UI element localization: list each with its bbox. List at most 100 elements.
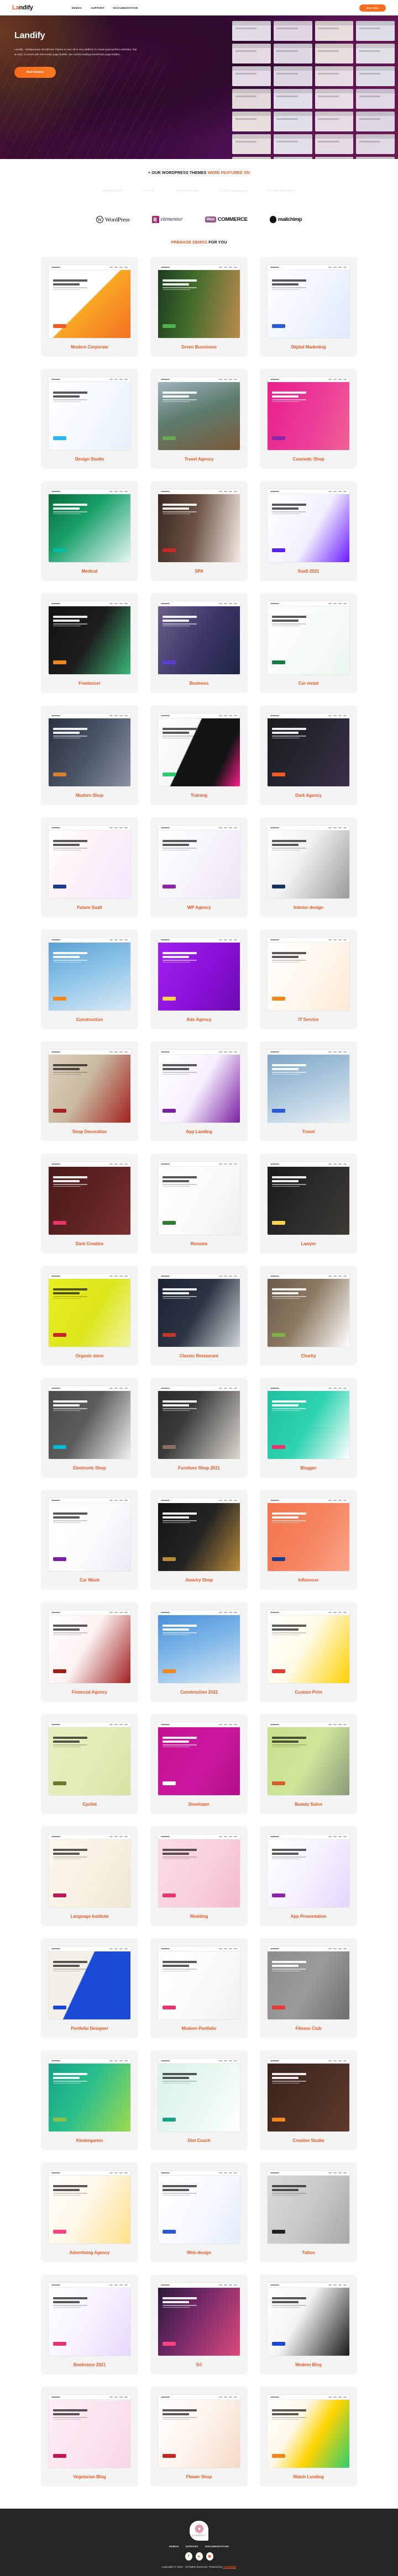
demo-thumbnail[interactable] <box>158 1946 240 2019</box>
demo-card[interactable]: Organic store <box>41 1266 138 1366</box>
demo-thumbnail[interactable] <box>268 265 349 338</box>
demo-card[interactable]: Ads Agency <box>150 929 248 1029</box>
demo-card[interactable]: Beauty Salon <box>260 1714 357 1814</box>
demo-thumbnail[interactable] <box>49 1722 130 1795</box>
demo-card[interactable]: Resume <box>150 1154 248 1253</box>
demo-card[interactable]: Modern Portfolio <box>150 1938 248 2038</box>
footer-nav-demos[interactable]: DEMOS <box>169 2545 179 2548</box>
demo-card[interactable]: Watch Landing <box>260 2387 357 2487</box>
demo-thumbnail[interactable] <box>49 1274 130 1347</box>
footer-nav-support[interactable]: SUPPORT <box>186 2545 199 2548</box>
demo-card[interactable]: Classic Restaurant <box>150 1266 248 1366</box>
nav-demos[interactable]: DEMOS <box>72 7 82 9</box>
demo-card[interactable]: Influencer <box>260 1490 357 1590</box>
demo-thumbnail[interactable] <box>49 601 130 674</box>
demo-card[interactable]: Design Studio <box>41 369 138 469</box>
demo-card[interactable]: Dark Agency <box>260 705 357 805</box>
demo-card[interactable]: Modern Corporate <box>41 257 138 357</box>
demo-thumbnail[interactable] <box>268 2171 349 2244</box>
demo-card[interactable]: Future SaaS <box>41 817 138 917</box>
demo-thumbnail[interactable] <box>268 1386 349 1459</box>
demo-card[interactable]: Medical <box>41 481 138 581</box>
demo-card[interactable]: App Landing <box>150 1041 248 1141</box>
demo-thumbnail[interactable] <box>268 2283 349 2356</box>
demo-card[interactable]: Electronic Shop <box>41 1378 138 1478</box>
demo-card[interactable]: App Presentation <box>260 1826 357 1926</box>
demo-thumbnail[interactable] <box>268 1610 349 1683</box>
demo-thumbnail[interactable] <box>158 1050 240 1123</box>
demo-card[interactable]: Wedding <box>150 1826 248 1926</box>
demo-thumbnail[interactable] <box>158 2059 240 2131</box>
demo-thumbnail[interactable] <box>158 601 240 674</box>
demo-card[interactable]: Green Bussiness <box>150 257 248 357</box>
demo-card[interactable]: Shop Decoration <box>41 1041 138 1141</box>
demo-card[interactable]: Car rental <box>260 593 357 693</box>
demo-thumbnail[interactable] <box>158 1722 240 1795</box>
demo-card[interactable]: Diet Coach <box>150 2050 248 2150</box>
demo-card[interactable]: Financial Agency <box>41 1602 138 1702</box>
demo-card[interactable]: Advertising Agency <box>41 2162 138 2262</box>
demo-thumbnail[interactable] <box>268 601 349 674</box>
demo-card[interactable]: DJ <box>150 2275 248 2374</box>
demo-card[interactable]: SaaS 2021 <box>260 481 357 581</box>
demo-thumbnail[interactable] <box>268 1834 349 1907</box>
nav-support[interactable]: SUPPORT <box>91 7 104 9</box>
demo-thumbnail[interactable] <box>158 826 240 898</box>
demo-thumbnail[interactable] <box>49 1498 130 1571</box>
demo-thumbnail[interactable] <box>268 1946 349 2019</box>
demo-thumbnail[interactable] <box>158 1386 240 1459</box>
demo-thumbnail[interactable] <box>158 713 240 786</box>
demo-thumbnail[interactable] <box>158 377 240 450</box>
demo-thumbnail[interactable] <box>49 1162 130 1235</box>
demo-card[interactable]: Developer <box>150 1714 248 1814</box>
demo-card[interactable]: Cosmetic Shop <box>260 369 357 469</box>
demo-card[interactable]: Custom Print <box>260 1602 357 1702</box>
demo-card[interactable]: Bookstore 2021 <box>41 2275 138 2374</box>
buy-now-button[interactable]: Buy Now <box>359 4 386 12</box>
demo-thumbnail[interactable] <box>158 265 240 338</box>
demo-card[interactable]: Construction 2022 <box>150 1602 248 1702</box>
demo-thumbnail[interactable] <box>158 1162 240 1235</box>
demo-thumbnail[interactable] <box>268 377 349 450</box>
demo-thumbnail[interactable] <box>49 377 130 450</box>
demo-card[interactable]: Charity <box>260 1266 357 1366</box>
demo-thumbnail[interactable] <box>49 2395 130 2468</box>
demo-card[interactable]: Lawyer <box>260 1154 357 1253</box>
footer-nav-documentation[interactable]: DOCUMENTATION <box>205 2545 229 2548</box>
demo-thumbnail[interactable] <box>268 1722 349 1795</box>
nav-documentation[interactable]: DOCUMENTATION <box>113 7 138 9</box>
demo-thumbnail[interactable] <box>49 2171 130 2244</box>
demo-card[interactable]: Freelancer <box>41 593 138 693</box>
demo-thumbnail[interactable] <box>158 1834 240 1907</box>
demo-thumbnail[interactable] <box>49 2283 130 2356</box>
dribbble-icon[interactable]: ✺ <box>206 2552 213 2561</box>
demo-thumbnail[interactable] <box>49 265 130 338</box>
demo-card[interactable]: Furniture Shop 2021 <box>150 1378 248 1478</box>
demo-card[interactable]: Kindergarten <box>41 2050 138 2150</box>
demo-thumbnail[interactable] <box>158 2171 240 2244</box>
demo-thumbnail[interactable] <box>49 713 130 786</box>
brand-logo[interactable]: Landify <box>12 4 33 11</box>
demo-card[interactable]: Tattoo <box>260 2162 357 2262</box>
demo-thumbnail[interactable] <box>158 2283 240 2356</box>
demo-card[interactable]: Digital Marketing <box>260 257 357 357</box>
footer-logo[interactable]: LANDIFY <box>190 2521 208 2541</box>
demo-card[interactable]: Portfolio Designer <box>41 1938 138 2038</box>
demo-card[interactable]: Travel <box>260 1041 357 1141</box>
demo-thumbnail[interactable] <box>268 713 349 786</box>
demo-card[interactable]: Blogger <box>260 1378 357 1478</box>
demo-thumbnail[interactable] <box>158 1274 240 1347</box>
demo-thumbnail[interactable] <box>49 1050 130 1123</box>
demo-card[interactable]: Travel Agency <box>150 369 248 469</box>
demo-thumbnail[interactable] <box>49 1610 130 1683</box>
demo-card[interactable]: Jewelry Shop <box>150 1490 248 1590</box>
facebook-icon[interactable]: f <box>185 2552 192 2561</box>
demo-card[interactable]: Modern Shop <box>41 705 138 805</box>
demo-card[interactable]: Fitness Club <box>260 1938 357 2038</box>
demo-thumbnail[interactable] <box>49 489 130 562</box>
demo-thumbnail[interactable] <box>268 938 349 1011</box>
demo-thumbnail[interactable] <box>268 1050 349 1123</box>
demo-thumbnail[interactable] <box>158 938 240 1011</box>
demo-card[interactable]: IT Service <box>260 929 357 1029</box>
demo-card[interactable]: Flower Shop <box>150 2387 248 2487</box>
